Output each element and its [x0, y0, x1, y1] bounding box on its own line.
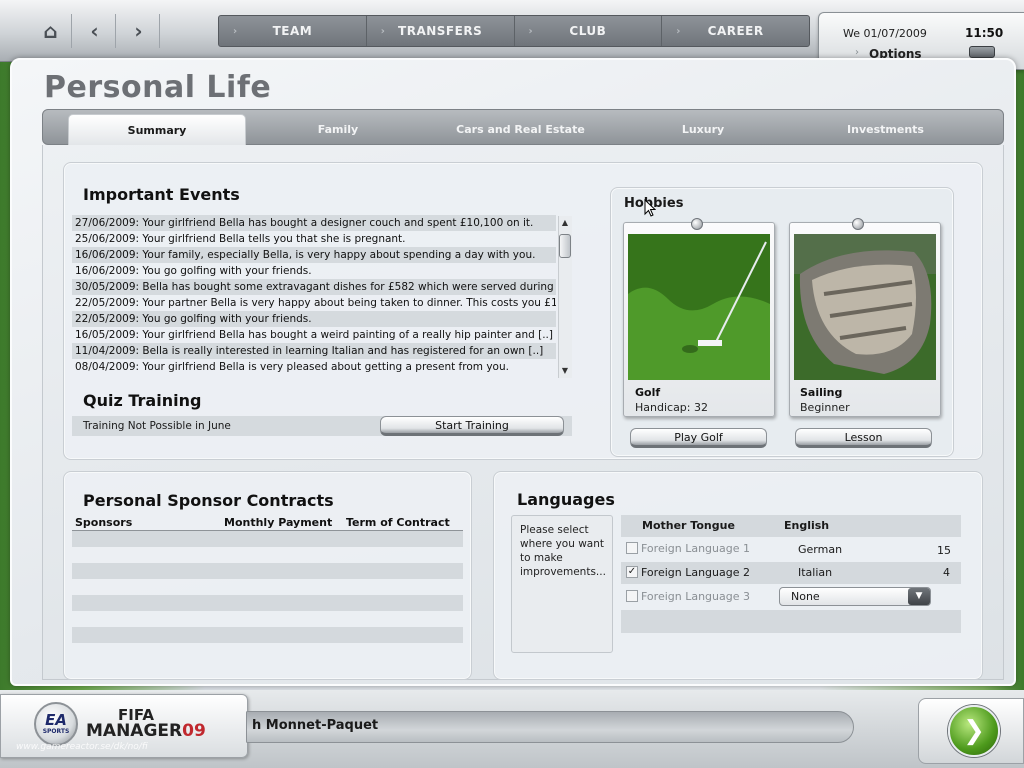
nav-career[interactable]: › CAREER	[662, 16, 809, 46]
hobby-name: Sailing	[800, 386, 843, 399]
sponsors-title: Personal Sponsor Contracts	[83, 491, 334, 510]
page-title: Personal Life	[44, 70, 272, 105]
nav-label: TRANSFERS	[398, 24, 483, 38]
hobby-name: Golf	[635, 386, 661, 399]
forward-icon[interactable]: ›	[118, 14, 160, 48]
tab-summary[interactable]: Summary	[68, 114, 246, 145]
arrow-right-icon: ❯	[963, 716, 985, 746]
table-row	[72, 611, 463, 627]
watermark: www.gamereactor.se/dk/no/fi	[16, 742, 148, 752]
hobby-level: Beginner	[800, 401, 850, 414]
golf-image	[628, 234, 770, 380]
nav-team[interactable]: › TEAM	[219, 16, 367, 46]
tab-investments[interactable]: Investments	[803, 114, 968, 145]
main-nav: › TEAM › TRANSFERS › CLUB › CAREER	[218, 15, 810, 47]
list-item[interactable]: 16/06/2009: You go golfing with your fri…	[72, 263, 556, 279]
foreign-language-3-checkbox[interactable]	[626, 590, 638, 602]
list-item[interactable]: 22/05/2009: Your partner Bella is very h…	[72, 295, 556, 311]
nav-label: CAREER	[707, 24, 764, 38]
tab-cars-and-real-estate[interactable]: Cars and Real Estate	[438, 114, 603, 145]
game-logo-name: MANAGER	[86, 721, 183, 741]
chevron-right-icon: ›	[233, 25, 238, 37]
list-item[interactable]: 27/06/2009: Your girlfriend Bella has bo…	[72, 215, 556, 231]
ea-logo-text: EA	[45, 711, 67, 729]
foreign-language-1-checkbox[interactable]	[626, 542, 638, 554]
column-header-sponsors[interactable]: Sponsors	[75, 516, 132, 529]
table-row	[72, 563, 463, 579]
foreign-language-value: German	[798, 543, 843, 556]
nav-label: CLUB	[569, 24, 607, 38]
list-item[interactable]: 16/06/2009: Your family, especially Bell…	[72, 247, 556, 263]
game-logo-line2: MANAGER09	[86, 721, 206, 741]
chevron-right-icon: ›	[528, 25, 534, 37]
sailing-image	[794, 234, 936, 380]
nav-transfers[interactable]: › TRANSFERS	[367, 16, 515, 46]
list-item[interactable]: 08/04/2009: Your girlfriend Bella is ver…	[72, 359, 556, 375]
hobby-level: Handicap: 32	[635, 401, 708, 414]
foreign-language-level: 4	[943, 566, 950, 579]
current-time: 11:50	[965, 26, 1004, 40]
column-header-monthly-payment[interactable]: Monthly Payment	[224, 516, 332, 529]
home-icon[interactable]: ⌂	[30, 14, 72, 48]
table-row	[72, 595, 463, 611]
tab-bar: Summary Family Cars and Real Estate Luxu…	[42, 109, 1004, 145]
tab-family[interactable]: Family	[258, 114, 418, 145]
chevron-right-icon: ›	[855, 47, 859, 58]
scroll-thumb[interactable]	[559, 234, 571, 258]
start-training-button[interactable]: Start Training	[380, 416, 564, 436]
ea-sports-logo: EA SPORTS	[34, 702, 78, 746]
scroll-up-icon[interactable]: ▲	[558, 216, 572, 230]
play-golf-button[interactable]: Play Golf	[630, 428, 767, 448]
table-row	[72, 531, 463, 547]
player-name: h Monnet-Paquet	[252, 718, 379, 733]
pin-icon	[691, 218, 703, 230]
column-header-term[interactable]: Term of Contract	[346, 516, 450, 529]
list-item[interactable]: 30/05/2009: Bella has bought some extrav…	[72, 279, 556, 295]
mother-tongue-label: Mother Tongue	[642, 519, 735, 532]
list-item[interactable]: 11/04/2009: Bella is really interested i…	[72, 343, 556, 359]
ea-logo-subtext: SPORTS	[42, 728, 70, 735]
languages-title: Languages	[517, 490, 615, 509]
chevron-right-icon: ›	[380, 25, 386, 37]
tab-luxury[interactable]: Luxury	[623, 114, 783, 145]
foreign-language-2-checkbox[interactable]: ✓	[626, 566, 638, 578]
game-logo-year: 09	[182, 721, 206, 741]
table-row	[72, 547, 463, 563]
list-item[interactable]: 22/05/2009: You go golfing with your fri…	[72, 311, 556, 327]
scroll-down-icon[interactable]: ▼	[558, 364, 572, 378]
quiz-status: Training Not Possible in June	[83, 420, 231, 432]
nav-label: TEAM	[272, 24, 313, 38]
foreign-language-value: Italian	[798, 566, 833, 579]
back-icon[interactable]: ‹	[74, 14, 116, 48]
chevron-down-icon[interactable]: ▼	[908, 588, 930, 605]
nav-club[interactable]: › CLUB	[515, 16, 663, 46]
language-select-value: None	[791, 590, 820, 603]
languages-hint: Please select where you want to make imp…	[520, 524, 606, 578]
mouse-cursor-icon	[644, 199, 656, 217]
list-item[interactable]: 25/06/2009: Your girlfriend Bella tells …	[72, 231, 556, 247]
lesson-button[interactable]: Lesson	[795, 428, 932, 448]
foreign-language-label: Foreign Language 1	[641, 542, 751, 555]
chevron-right-icon: ›	[676, 25, 681, 37]
mother-tongue-value: English	[784, 519, 830, 532]
continue-button[interactable]: ❯	[948, 705, 1000, 757]
events-title: Important Events	[83, 185, 240, 204]
current-date: We 01/07/2009	[843, 27, 927, 40]
table-row	[72, 579, 463, 595]
pin-icon	[852, 218, 864, 230]
list-item[interactable]: 16/05/2009: Your girlfriend Bella has bo…	[72, 327, 556, 343]
table-row	[72, 627, 463, 643]
foreign-language-label: Foreign Language 3	[641, 590, 751, 603]
quiz-title: Quiz Training	[83, 391, 202, 410]
foreign-language-row	[621, 610, 961, 633]
foreign-language-label: Foreign Language 2	[641, 566, 751, 579]
battery-icon	[969, 46, 995, 58]
foreign-language-level: 15	[937, 544, 951, 557]
